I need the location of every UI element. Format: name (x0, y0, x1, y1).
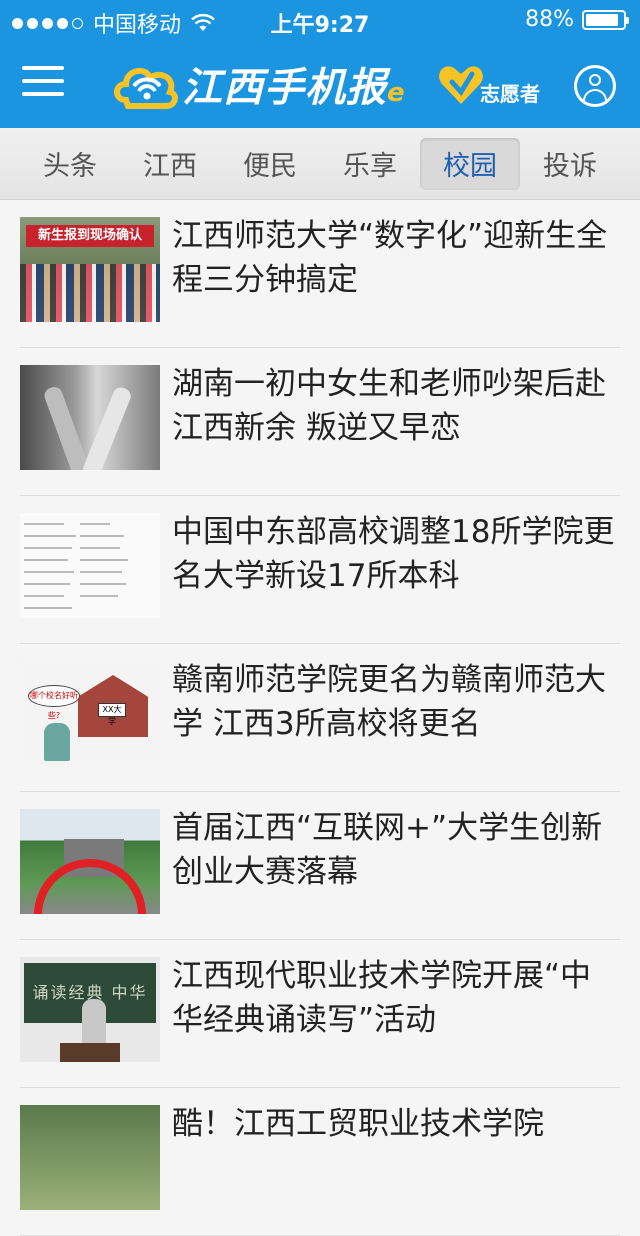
hamburger-icon (22, 66, 64, 70)
news-thumbnail (20, 365, 160, 470)
news-title: 中国中东部高校调整18所学院更名大学新设17所本科 (172, 514, 615, 594)
news-item[interactable]: 中国中东部高校调整18所学院更名大学新设17所本科 (20, 496, 620, 644)
volunteer-label: 志愿者 (480, 81, 540, 106)
thumbnail-banner: 新生报到现场确认 (26, 225, 154, 247)
news-thumbnail (20, 513, 160, 618)
tab-leisure[interactable]: 乐享 (320, 138, 420, 190)
news-thumbnail: 新生报到现场确认 (20, 217, 160, 322)
app-header: 江西手机报e 志愿者 (0, 40, 640, 128)
news-thumbnail: 哪个校名好听些? XX大学 (20, 661, 160, 766)
news-thumbnail (20, 809, 160, 914)
cloud-signal-logo-icon (114, 67, 178, 109)
heart-icon (439, 66, 483, 104)
user-icon (589, 74, 601, 86)
cartoon-speech-bubble: 哪个校名好听些? (28, 685, 80, 720)
news-item[interactable]: 诵读经典 中华文化 江西现代职业技术学院开展“中华经典诵读写”活动 (20, 940, 620, 1088)
tab-services[interactable]: 便民 (220, 138, 320, 190)
news-list: 新生报到现场确认 江西师范大学“数字化”迎新生全程三分钟搞定 湖南一初中女生和老… (0, 200, 640, 1236)
app-name: 江西手机报e (182, 65, 406, 111)
news-item[interactable]: 酷！江西工贸职业技术学院 (20, 1088, 620, 1236)
news-item[interactable]: 新生报到现场确认 江西师范大学“数字化”迎新生全程三分钟搞定 (20, 200, 620, 348)
tab-campus[interactable]: 校园 (420, 137, 520, 190)
volunteer-button[interactable]: 志愿者 (436, 58, 540, 112)
tab-complaints[interactable]: 投诉 (520, 138, 620, 190)
battery-icon (582, 9, 629, 30)
user-profile-button[interactable] (574, 65, 616, 107)
news-item[interactable]: 首届江西“互联网+”大学生创新创业大赛落幕 (20, 792, 620, 940)
cartoon-sign: XX大学 (98, 703, 126, 726)
status-bar: 中国移动 上午9:27 88% (0, 0, 640, 40)
news-item[interactable]: 湖南一初中女生和老师吵架后赴江西新余 叛逆又早恋 (20, 348, 620, 496)
tab-headlines[interactable]: 头条 (20, 138, 120, 190)
news-thumbnail: 诵读经典 中华文化 (20, 957, 160, 1062)
news-title: 酷！江西工贸职业技术学院 (172, 1106, 544, 1142)
battery-percent: 88% (525, 7, 574, 32)
menu-button[interactable] (22, 66, 64, 100)
tab-jiangxi[interactable]: 江西 (120, 138, 220, 190)
news-title: 湖南一初中女生和老师吵架后赴江西新余 叛逆又早恋 (172, 366, 606, 446)
news-title: 江西师范大学“数字化”迎新生全程三分钟搞定 (172, 218, 608, 298)
app-logo: 江西手机报e (112, 54, 406, 114)
news-title: 江西现代职业技术学院开展“中华经典诵读写”活动 (172, 958, 592, 1038)
news-item[interactable]: 哪个校名好听些? XX大学 赣南师范学院更名为赣南师范大学 江西3所高校将更名 (20, 644, 620, 792)
news-thumbnail (20, 1105, 160, 1210)
news-title: 首届江西“互联网+”大学生创新创业大赛落幕 (172, 810, 603, 890)
news-title: 赣南师范学院更名为赣南师范大学 江西3所高校将更名 (172, 662, 606, 742)
category-tabs: 头条 江西 便民 乐享 校园 投诉 (0, 128, 640, 200)
